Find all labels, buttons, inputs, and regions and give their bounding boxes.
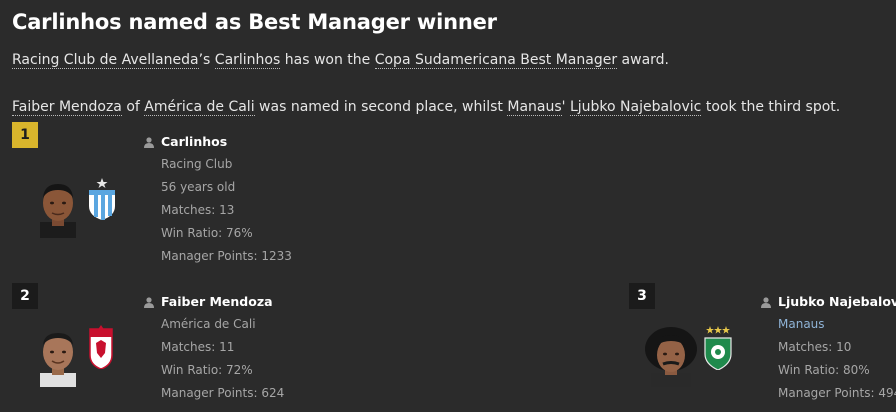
manager-name[interactable]: Carlinhos xyxy=(161,134,227,149)
winner-info-third: Ljubko Najebalovic Manaus Matches: 10 Wi… xyxy=(760,294,896,401)
text-fragment: ’s xyxy=(198,52,215,68)
manager-age: 56 years old xyxy=(161,180,236,194)
competition-link[interactable]: Copa Sudamericana Best Manager xyxy=(374,52,618,69)
manager-club: Racing Club xyxy=(161,157,233,171)
article-title: Carlinhos named as Best Manager winner xyxy=(12,10,497,34)
manager-win-ratio: Win Ratio: 80% xyxy=(778,363,870,377)
manager-matches: Matches: 10 xyxy=(778,340,852,354)
manager-face-najebalovic[interactable] xyxy=(643,327,699,387)
article-summary-paragraph: Racing Club de Avellaneda’s Carlinhos ha… xyxy=(12,52,669,69)
racing-club-badge-icon[interactable] xyxy=(86,178,118,224)
club-link-manaus[interactable]: Manaus xyxy=(507,99,562,116)
rank-badge-first: 1 xyxy=(12,122,38,148)
manager-club-link[interactable]: Manaus xyxy=(778,317,896,332)
manager-name[interactable]: Faiber Mendoza xyxy=(161,294,273,309)
rank-badge-third: 3 xyxy=(629,283,655,309)
manager-name[interactable]: Ljubko Najebalovic xyxy=(778,294,896,309)
person-icon xyxy=(143,296,155,308)
text-fragment: took the third spot. xyxy=(701,99,841,115)
manager-link-najebalovic[interactable]: Ljubko Najebalovic xyxy=(569,99,702,116)
manager-link-mendoza[interactable]: Faiber Mendoza xyxy=(12,99,122,116)
text-fragment: of xyxy=(121,99,145,115)
manager-points: Manager Points: 494 xyxy=(778,386,896,400)
manager-face-mendoza[interactable] xyxy=(36,327,80,387)
winner-info-first: Carlinhos Racing Club 56 years old Match… xyxy=(143,134,292,264)
club-link-america[interactable]: América de Cali xyxy=(144,99,255,116)
manager-club: América de Cali xyxy=(161,317,256,331)
america-de-cali-badge-icon[interactable] xyxy=(88,325,114,373)
text-fragment: ' xyxy=(561,99,570,115)
text-fragment: award. xyxy=(617,52,669,68)
person-icon xyxy=(143,136,155,148)
winner-info-second: Faiber Mendoza América de Cali Matches: … xyxy=(143,294,284,401)
person-icon xyxy=(760,296,772,308)
manager-link-carlinhos[interactable]: Carlinhos xyxy=(214,52,281,69)
manager-name-row[interactable]: Carlinhos xyxy=(143,134,292,149)
manaus-badge-icon[interactable] xyxy=(702,326,734,374)
manager-face-carlinhos[interactable] xyxy=(36,178,80,238)
manager-win-ratio: Win Ratio: 72% xyxy=(161,363,253,377)
manager-points: Manager Points: 624 xyxy=(161,386,285,400)
rank-badge-second: 2 xyxy=(12,283,38,309)
article-runners-up-paragraph: Faiber Mendoza of América de Cali was na… xyxy=(12,99,841,116)
manager-matches: Matches: 13 xyxy=(161,203,235,217)
manager-name-row[interactable]: Faiber Mendoza xyxy=(143,294,284,309)
club-link-racing[interactable]: Racing Club de Avellaneda xyxy=(12,52,199,69)
manager-points: Manager Points: 1233 xyxy=(161,249,292,263)
text-fragment: was named in second place, whilst xyxy=(254,99,508,115)
manager-win-ratio: Win Ratio: 76% xyxy=(161,226,253,240)
text-fragment: has won the xyxy=(280,52,375,68)
manager-name-row[interactable]: Ljubko Najebalovic xyxy=(760,294,896,309)
manager-matches: Matches: 11 xyxy=(161,340,235,354)
